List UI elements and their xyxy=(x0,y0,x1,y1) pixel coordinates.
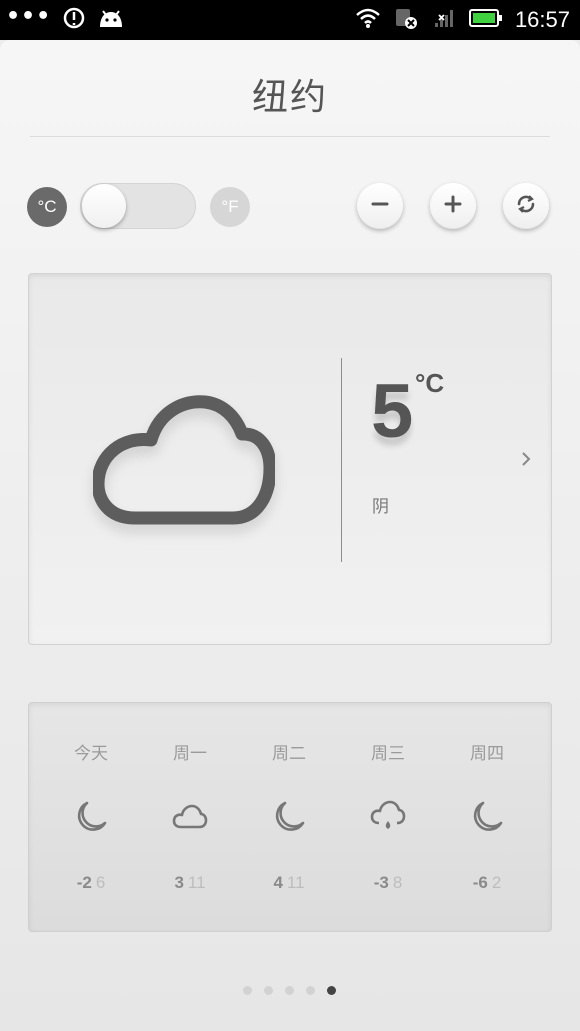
moon-icon xyxy=(73,799,109,835)
usb-debug-icon xyxy=(61,6,87,34)
page-dot[interactable] xyxy=(264,986,273,995)
plus-icon xyxy=(443,194,463,218)
minus-icon xyxy=(370,194,390,218)
page-dot[interactable] xyxy=(243,986,252,995)
card-divider xyxy=(341,358,342,562)
forecast-day-label: 周四 xyxy=(470,744,504,764)
title-divider xyxy=(30,136,550,137)
current-temperature: 5 xyxy=(371,369,414,454)
cloud-icon xyxy=(172,799,208,835)
page-indicator xyxy=(243,986,336,995)
forecast-day: 周三 -3 8 xyxy=(343,703,433,933)
wifi-icon xyxy=(355,7,381,33)
forecast-low: -6 xyxy=(472,873,488,892)
forecast-day-label: 今天 xyxy=(74,744,108,764)
fahrenheit-button[interactable]: °F xyxy=(210,187,250,227)
forecast-high: 8 xyxy=(392,873,403,892)
moon-icon xyxy=(469,799,505,835)
forecast-card: 今天 -2 6 周一 3 11 周二 4 11 周三 -3 8 周四 -6 2 xyxy=(28,702,552,932)
forecast-temps: 4 11 xyxy=(244,873,334,893)
forecast-high: 11 xyxy=(286,873,305,892)
signal-icon xyxy=(431,7,457,33)
status-right: 16:57 xyxy=(355,6,570,34)
city-title: 纽约 xyxy=(251,77,328,118)
overflow-dots-icon: ••• xyxy=(6,4,52,29)
status-bar: ••• 16:57 xyxy=(0,0,580,40)
forecast-day-label: 周二 xyxy=(272,744,306,764)
forecast-high: 6 xyxy=(95,873,106,892)
unit-toggle[interactable] xyxy=(80,183,196,229)
moon-icon xyxy=(271,799,307,835)
forecast-day-label: 周一 xyxy=(173,744,207,764)
sim-disabled-icon xyxy=(393,6,419,34)
add-city-button[interactable] xyxy=(430,183,476,229)
android-icon xyxy=(97,7,125,33)
temperature-unit: °C xyxy=(415,368,445,398)
rain-cloud-icon xyxy=(370,799,406,835)
forecast-day: 周二 4 11 xyxy=(244,703,334,933)
forecast-high: 2 xyxy=(491,873,502,892)
remove-city-button[interactable] xyxy=(357,183,403,229)
current-condition: 阴 xyxy=(372,497,389,517)
page-dot[interactable] xyxy=(306,986,315,995)
toggle-knob[interactable] xyxy=(82,184,126,228)
chevron-right-icon[interactable] xyxy=(519,448,533,474)
refresh-icon xyxy=(515,193,537,219)
page-dot[interactable] xyxy=(285,986,294,995)
current-weather-card[interactable]: 5 °C 阴 xyxy=(28,273,552,645)
forecast-temps: 3 11 xyxy=(145,873,235,893)
forecast-day: 周一 3 11 xyxy=(145,703,235,933)
celsius-button[interactable]: °C xyxy=(27,187,67,227)
forecast-high: 11 xyxy=(187,873,206,892)
forecast-temps: -2 6 xyxy=(46,873,136,893)
battery-icon xyxy=(468,8,503,32)
forecast-day: 今天 -2 6 xyxy=(46,703,136,933)
refresh-button[interactable] xyxy=(503,183,549,229)
cloud-icon xyxy=(91,392,277,532)
clock: 16:57 xyxy=(514,7,570,32)
status-left: ••• xyxy=(6,6,125,34)
forecast-low: -2 xyxy=(76,873,92,892)
page-dot-active[interactable] xyxy=(327,986,336,995)
forecast-day: 周四 -6 2 xyxy=(442,703,532,933)
forecast-low: 4 xyxy=(273,873,283,892)
weather-app: 纽约 °C °F 5 °C 阴 今天 -2 6 周一 3 11 周二 4 11 … xyxy=(0,40,580,1031)
forecast-temps: -6 2 xyxy=(442,873,532,893)
forecast-low: 3 xyxy=(174,873,184,892)
forecast-temps: -3 8 xyxy=(343,873,433,893)
forecast-day-label: 周三 xyxy=(371,744,405,764)
forecast-low: -3 xyxy=(373,873,389,892)
